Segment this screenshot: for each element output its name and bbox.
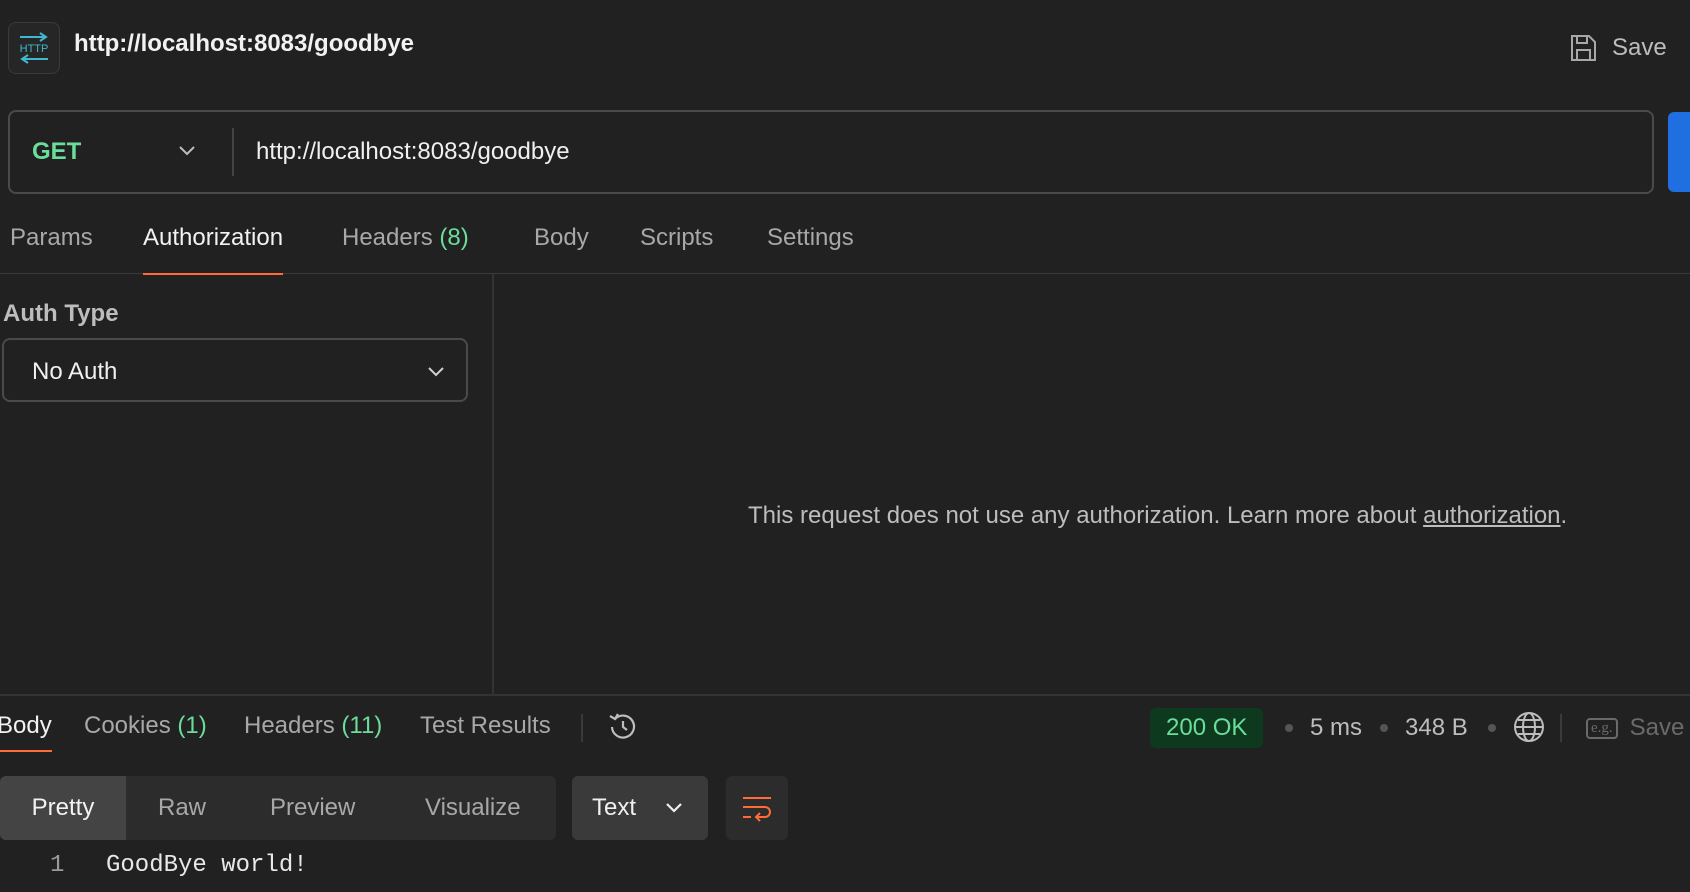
format-value: Text xyxy=(592,794,637,821)
auth-type-label: Auth Type xyxy=(3,300,119,327)
tab-body[interactable]: Body xyxy=(534,224,589,274)
response-body-line[interactable]: GoodBye world! xyxy=(106,852,308,879)
response-tab-body[interactable]: Body xyxy=(0,712,52,752)
cookies-count: (1) xyxy=(177,712,207,739)
response-size[interactable]: 348 B xyxy=(1405,714,1468,742)
authorization-link[interactable]: authorization xyxy=(1423,502,1560,529)
http-request-icon: HTTP xyxy=(8,22,60,74)
headers-count: (8) xyxy=(439,224,469,251)
meta-dot xyxy=(1285,724,1293,732)
url-divider xyxy=(232,128,234,176)
response-divider xyxy=(0,694,1690,696)
auth-type-panel: Auth Type No Auth xyxy=(0,274,494,696)
chevron-down-icon xyxy=(666,803,682,813)
svg-text:HTTP: HTTP xyxy=(20,43,49,55)
tab-settings[interactable]: Settings xyxy=(767,224,854,274)
url-input[interactable] xyxy=(256,112,1636,192)
auth-info-message: This request does not use any authorizat… xyxy=(748,502,1568,529)
format-select[interactable]: Text xyxy=(572,776,708,840)
title-bar: HTTP http://localhost:8083/goodbye Save xyxy=(0,0,1690,96)
example-icon: e.g. xyxy=(1586,717,1618,739)
view-pretty-button[interactable]: Pretty xyxy=(0,776,126,840)
chevron-down-icon xyxy=(428,367,444,377)
tab-params[interactable]: Params xyxy=(10,224,93,274)
line-number: 1 xyxy=(50,852,65,879)
tab-headers[interactable]: Headers (8) xyxy=(342,224,469,274)
wrap-lines-button[interactable] xyxy=(726,776,788,840)
tab-separator xyxy=(581,714,583,742)
response-headers-count: (11) xyxy=(341,712,383,739)
response-time[interactable]: 5 ms xyxy=(1310,714,1362,742)
meta-separator xyxy=(1560,714,1562,742)
save-icon xyxy=(1571,35,1596,61)
view-mode-group: Pretty Raw Preview Visualize xyxy=(0,776,556,840)
save-response-label: Save xyxy=(1629,714,1685,741)
auth-type-value: No Auth xyxy=(32,358,118,385)
view-visualize-button[interactable]: Visualize xyxy=(425,776,521,840)
response-tab-test-results[interactable]: Test Results xyxy=(420,712,551,740)
wrap-lines-icon xyxy=(743,797,771,822)
request-title: http://localhost:8083/goodbye xyxy=(74,30,415,57)
view-raw-button[interactable]: Raw xyxy=(158,776,206,840)
request-tabs: Params Authorization Headers (8) Body Sc… xyxy=(0,216,1690,275)
response-tab-headers[interactable]: Headers (11) xyxy=(244,712,382,740)
globe-icon[interactable] xyxy=(1512,710,1546,749)
tab-authorization[interactable]: Authorization xyxy=(143,224,284,275)
url-bar: GET xyxy=(8,110,1654,194)
view-preview-button[interactable]: Preview xyxy=(270,776,355,840)
tab-scripts[interactable]: Scripts xyxy=(640,224,713,274)
meta-dot xyxy=(1380,724,1388,732)
meta-dot xyxy=(1488,724,1496,732)
save-button[interactable]: Save xyxy=(1568,28,1667,68)
save-label: Save xyxy=(1612,34,1667,61)
history-icon[interactable] xyxy=(606,710,640,749)
auth-type-select[interactable]: No Auth xyxy=(2,338,468,402)
response-tab-cookies[interactable]: Cookies (1) xyxy=(84,712,207,740)
chevron-down-icon xyxy=(179,146,195,156)
method-label: GET xyxy=(32,138,82,165)
send-button[interactable] xyxy=(1668,112,1690,192)
save-response-button[interactable]: e.g. Save xyxy=(1586,714,1684,742)
status-badge[interactable]: 200 OK xyxy=(1150,708,1264,748)
method-select[interactable]: GET xyxy=(10,112,232,192)
